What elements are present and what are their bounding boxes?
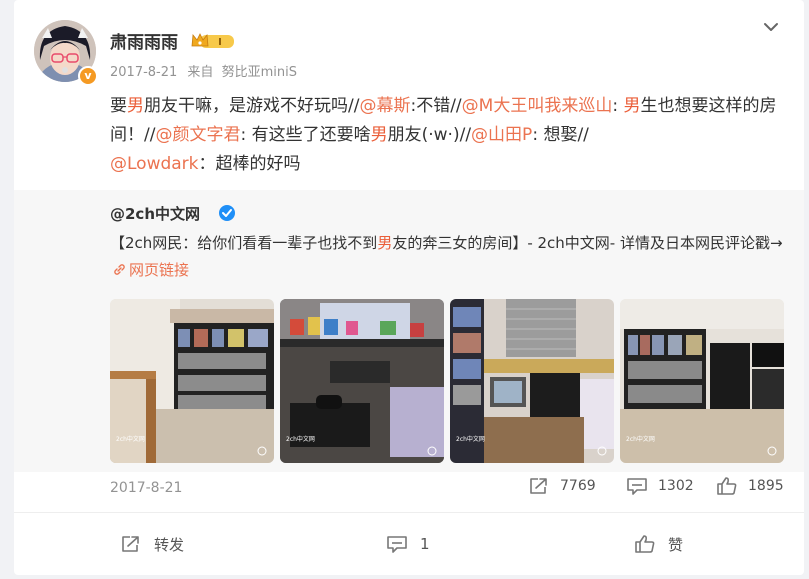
blue-v-verified-icon <box>219 205 235 221</box>
like-count: 1895 <box>748 478 784 494</box>
post-text-segment: : <box>612 96 624 116</box>
keyword-highlight: 男 <box>370 125 388 145</box>
keyword-highlight: 男 <box>623 96 641 116</box>
repost-author[interactable]: @2ch中文网 <box>110 203 200 224</box>
vip-level-text: I <box>218 37 222 48</box>
post-text-segment: :不错// <box>410 96 462 116</box>
repost-text: 【2ch网民：给你们看看一辈子也找不到男友的奔三女的房间】- 2ch中文网- 详… <box>110 230 790 284</box>
post-text-segment: ：超棒的好吗 <box>198 154 301 174</box>
keyword-highlight: 男 <box>127 96 144 116</box>
source-device: 努比亚miniS <box>221 65 297 80</box>
keyword-highlight: 男 <box>377 234 393 252</box>
mention-link[interactable]: @幕斯 <box>359 96 410 116</box>
post-date[interactable]: 2017-8-21 <box>110 65 177 80</box>
comment-count: 1302 <box>658 478 694 494</box>
image-watermark: 2ch中文网 <box>116 435 145 443</box>
mention-link[interactable]: @M大王叫我来巡山 <box>462 96 613 116</box>
thumbs-up-icon <box>635 535 655 553</box>
orange-v-verified-icon: v <box>78 66 98 86</box>
chevron-down-icon[interactable] <box>760 16 782 38</box>
web-page-link[interactable]: 网页链接 <box>129 261 189 279</box>
share-icon <box>122 536 139 552</box>
action-divider <box>14 512 804 513</box>
room-photo-2[interactable]: 2ch中文网 <box>280 299 444 463</box>
post-text-segment: : 想娶// <box>532 125 589 145</box>
mention-link[interactable]: @山田P <box>471 125 532 145</box>
thumbs-up-icon <box>717 477 737 495</box>
post-text-segment: 朋友干嘛，是游戏不好玩吗// <box>144 96 360 116</box>
link-icon <box>114 264 125 275</box>
image-watermark: 2ch中文网 <box>626 435 655 443</box>
comment-icon <box>627 478 647 495</box>
like-count-button[interactable]: 1895 <box>716 474 784 498</box>
post-meta: 2017-8-21 来自 努比亚miniS <box>110 61 303 80</box>
repost-label: 转发 <box>154 535 185 554</box>
like-label: 赞 <box>668 535 684 554</box>
mention-link[interactable]: @Lowdark <box>110 154 199 174</box>
image-watermark: 2ch中文网 <box>286 435 315 443</box>
author-name[interactable]: 肃雨雨雨 <box>110 28 178 53</box>
repost-text-segment: 友的奔三女的房间】- 2ch中文网- 详情及日本网民评论戳→ <box>392 234 783 252</box>
repost-button[interactable]: 转发 <box>120 530 184 558</box>
repost-date[interactable]: 2017-8-21 <box>110 480 182 496</box>
like-button[interactable]: 赞 <box>634 530 683 558</box>
reposted-content: @2ch中文网 【2ch网民：给你们看看一辈子也找不到男友的奔三女的房间】- 2… <box>14 190 804 496</box>
room-photo-4[interactable]: 2ch中文网 <box>620 299 784 463</box>
comment-count-button[interactable]: 1302 <box>626 474 694 498</box>
room-photo-1[interactable]: 2ch中文网 <box>110 299 274 463</box>
repost-count-button[interactable]: 7769 <box>528 474 596 498</box>
source-prefix: 来自 <box>187 65 214 80</box>
share-icon <box>530 478 547 494</box>
mention-link[interactable]: @颜文字君 <box>155 125 240 145</box>
comment-icon <box>387 536 407 553</box>
weibo-post-card: v 肃雨雨雨 I 2017-8-21 来自 努比亚miniS 要男朋友干嘛，是游… <box>14 0 804 575</box>
comment-label: 1 <box>420 535 430 553</box>
comment-button[interactable]: 1 <box>386 530 430 558</box>
image-watermark: 2ch中文网 <box>456 435 485 443</box>
vip-crown-badge-icon[interactable]: I <box>190 32 236 50</box>
post-text-segment: 朋友(·w·)// <box>387 125 472 145</box>
post-text-segment: : 有这些了还要啥 <box>240 125 371 145</box>
repost-count: 7769 <box>560 478 596 494</box>
post-text-segment: 要 <box>110 96 127 116</box>
post-text: 要男朋友干嘛，是游戏不好玩吗//@幕斯:不错//@M大王叫我来巡山: 男生也想要… <box>110 92 790 179</box>
repost-text-segment: 【2ch网民：给你们看看一辈子也找不到 <box>110 234 378 252</box>
room-photo-3[interactable]: 2ch中文网 <box>450 299 614 463</box>
